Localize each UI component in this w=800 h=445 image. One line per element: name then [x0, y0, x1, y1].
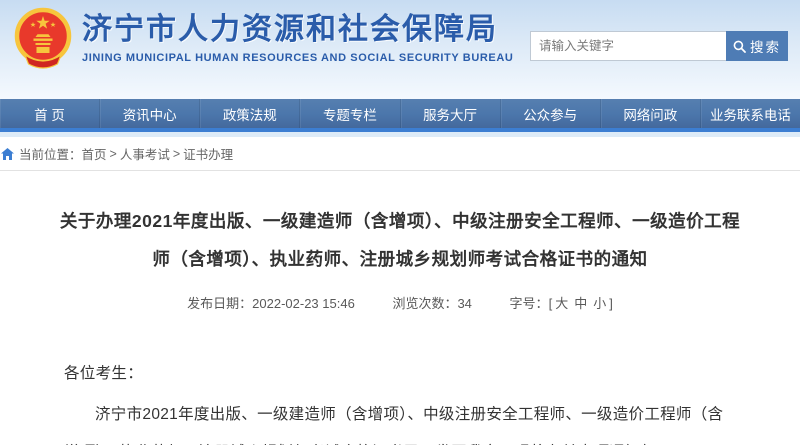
search-input[interactable] [530, 31, 726, 61]
publish-date: 发布日期：2022-02-23 15:46 [187, 296, 355, 311]
article-body: 各位考生： 济宁市2021年度出版、一级建造师（含增项）、中级注册安全工程师、一… [64, 355, 736, 445]
font-size-medium[interactable]: 中 [574, 296, 587, 311]
nav-item-business-contacts[interactable]: 业务联系电话 [701, 99, 800, 128]
nav-item-policies[interactable]: 政策法规 [200, 99, 300, 128]
nav-item-online-politics[interactable]: 网络问政 [601, 99, 701, 128]
view-count: 浏览次数：34 [392, 296, 471, 311]
publish-date-value: 2022-02-23 15:46 [252, 296, 355, 311]
font-size-bracket: ] [609, 296, 613, 311]
nav-item-public-participation[interactable]: 公众参与 [501, 99, 601, 128]
article-meta: 发布日期：2022-02-23 15:46 浏览次数：34 字号：[大中小] [0, 293, 800, 312]
nav-item-service-hall[interactable]: 服务大厅 [401, 99, 501, 128]
font-size-large[interactable]: 大 [555, 296, 568, 311]
article-title: 关于办理2021年度出版、一级建造师（含增项）、中级注册安全工程师、一级造价工程… [55, 202, 745, 278]
site-title: 济宁市人力资源和社会保障局 [82, 12, 513, 48]
article-content: 关于办理2021年度出版、一级建造师（含增项）、中级注册安全工程师、一级造价工程… [0, 171, 800, 445]
nav-item-news-center[interactable]: 资讯中心 [100, 99, 200, 128]
view-count-value: 34 [457, 296, 471, 311]
search-area: 搜索 [530, 31, 788, 61]
home-icon [1, 148, 14, 160]
font-size-label: 字号： [510, 296, 549, 311]
search-icon [733, 40, 746, 53]
salutation: 各位考生： [64, 355, 736, 393]
view-count-label: 浏览次数： [392, 296, 457, 311]
search-button-label: 搜索 [750, 36, 781, 56]
site-subtitle: JINING MUNICIPAL HUMAN RESOURCES AND SOC… [82, 52, 513, 64]
breadcrumb-separator: > [110, 147, 117, 161]
breadcrumb: 当前位置： 首页 > 人事考试 > 证书办理 [0, 137, 800, 171]
publish-date-label: 发布日期： [187, 296, 252, 311]
national-emblem-logo [13, 7, 73, 73]
font-size-control: 字号：[大中小] [510, 296, 613, 311]
font-size-small[interactable]: 小 [593, 296, 606, 311]
site-header: 济宁市人力资源和社会保障局 JINING MUNICIPAL HUMAN RES… [0, 0, 800, 99]
nav-item-home[interactable]: 首 页 [0, 99, 100, 128]
breadcrumb-prefix: 当前位置： [19, 144, 82, 163]
breadcrumb-separator: > [173, 147, 180, 161]
search-button[interactable]: 搜索 [726, 31, 788, 61]
nav-item-special-topics[interactable]: 专题专栏 [300, 99, 400, 128]
breadcrumb-item-home[interactable]: 首页 [82, 144, 107, 163]
breadcrumb-item-certificate-handling[interactable]: 证书办理 [183, 144, 233, 163]
body-paragraph: 济宁市2021年度出版、一级建造师（含增项）、中级注册安全工程师、一级造价工程师… [64, 396, 736, 445]
site-branding: 济宁市人力资源和社会保障局 JINING MUNICIPAL HUMAN RES… [82, 12, 513, 64]
font-size-bracket: [ [549, 296, 553, 311]
breadcrumb-item-personnel-exam[interactable]: 人事考试 [120, 144, 170, 163]
main-navigation: 首 页 资讯中心 政策法规 专题专栏 服务大厅 公众参与 网络问政 业务联系电话 [0, 99, 800, 128]
